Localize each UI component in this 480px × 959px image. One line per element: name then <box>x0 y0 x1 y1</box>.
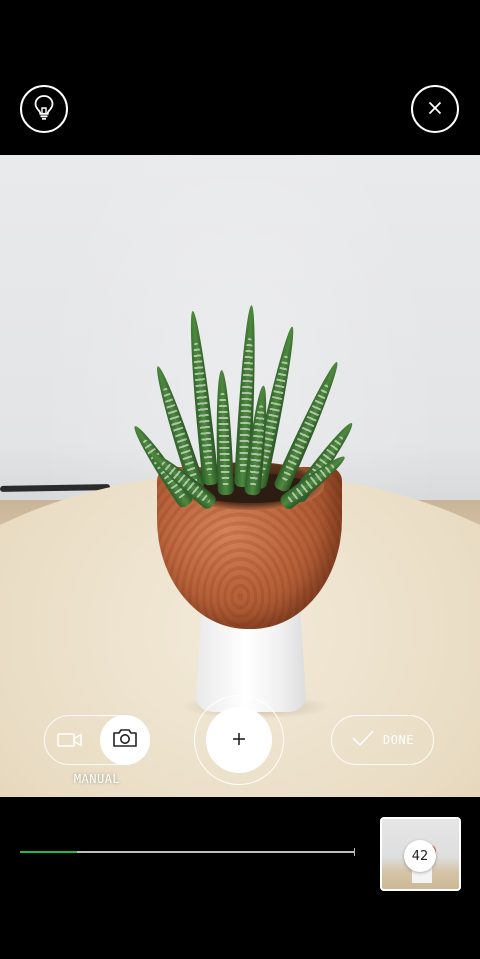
close-icon <box>428 100 442 119</box>
capture-button[interactable] <box>206 707 272 773</box>
plus-icon <box>232 731 246 750</box>
photo-count-badge: 42 <box>404 840 436 872</box>
camera-icon <box>112 727 138 753</box>
photo-mode-button[interactable] <box>100 715 150 765</box>
lightbulb-icon <box>33 94 55 124</box>
capture-mode-toggle[interactable] <box>44 715 150 765</box>
capture-button-ring[interactable] <box>194 695 284 785</box>
video-camera-icon[interactable] <box>57 731 83 753</box>
checkmark-icon <box>351 729 375 751</box>
capture-progress-bar <box>20 848 355 856</box>
done-button[interactable]: DONE <box>331 715 434 765</box>
capture-progress-fill <box>20 851 77 853</box>
captured-photos-thumbnail[interactable]: 42 <box>380 817 461 891</box>
tips-button[interactable] <box>20 85 68 133</box>
capture-progress-end-marker <box>354 848 355 856</box>
bottom-bar: 42 <box>0 797 480 959</box>
capture-mode-label: MANUAL <box>73 772 121 786</box>
done-label: DONE <box>383 733 414 747</box>
close-button[interactable] <box>411 85 459 133</box>
top-bar <box>0 0 480 155</box>
